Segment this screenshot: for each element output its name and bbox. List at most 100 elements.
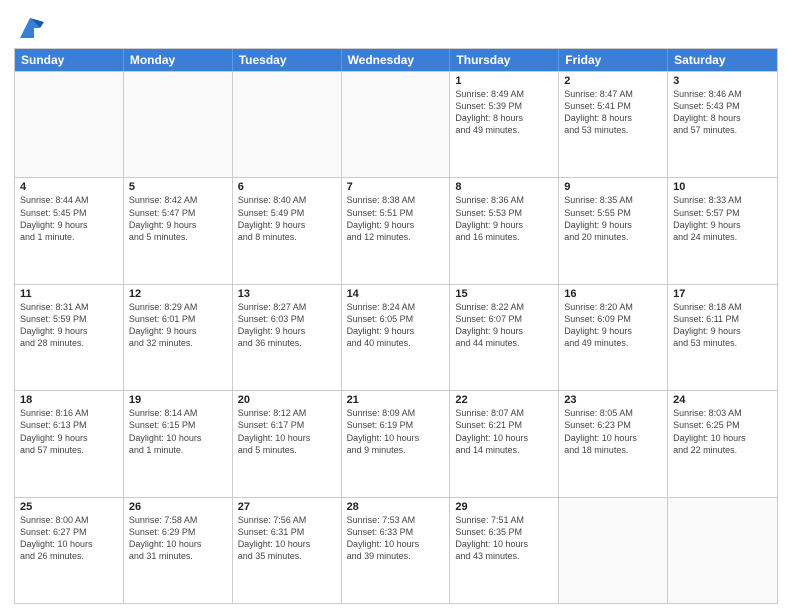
weekday-header: Sunday — [15, 49, 124, 71]
calendar-cell: 23Sunrise: 8:05 AM Sunset: 6:23 PM Dayli… — [559, 391, 668, 496]
day-number: 4 — [20, 181, 118, 193]
day-info: Sunrise: 8:22 AM Sunset: 6:07 PM Dayligh… — [455, 301, 553, 350]
calendar-cell — [124, 72, 233, 177]
day-info: Sunrise: 8:18 AM Sunset: 6:11 PM Dayligh… — [673, 301, 772, 350]
calendar-cell: 29Sunrise: 7:51 AM Sunset: 6:35 PM Dayli… — [450, 498, 559, 603]
weekday-header: Wednesday — [342, 49, 451, 71]
calendar-row: 1Sunrise: 8:49 AM Sunset: 5:39 PM Daylig… — [15, 71, 777, 177]
calendar-cell: 6Sunrise: 8:40 AM Sunset: 5:49 PM Daylig… — [233, 178, 342, 283]
calendar-cell: 7Sunrise: 8:38 AM Sunset: 5:51 PM Daylig… — [342, 178, 451, 283]
day-info: Sunrise: 7:53 AM Sunset: 6:33 PM Dayligh… — [347, 514, 445, 563]
calendar-cell — [342, 72, 451, 177]
calendar-cell: 24Sunrise: 8:03 AM Sunset: 6:25 PM Dayli… — [668, 391, 777, 496]
weekday-header: Thursday — [450, 49, 559, 71]
calendar-cell: 21Sunrise: 8:09 AM Sunset: 6:19 PM Dayli… — [342, 391, 451, 496]
day-info: Sunrise: 8:42 AM Sunset: 5:47 PM Dayligh… — [129, 194, 227, 243]
calendar-cell: 27Sunrise: 7:56 AM Sunset: 6:31 PM Dayli… — [233, 498, 342, 603]
day-info: Sunrise: 7:58 AM Sunset: 6:29 PM Dayligh… — [129, 514, 227, 563]
calendar-cell: 1Sunrise: 8:49 AM Sunset: 5:39 PM Daylig… — [450, 72, 559, 177]
day-number: 1 — [455, 75, 553, 87]
day-info: Sunrise: 8:20 AM Sunset: 6:09 PM Dayligh… — [564, 301, 662, 350]
calendar-cell: 15Sunrise: 8:22 AM Sunset: 6:07 PM Dayli… — [450, 285, 559, 390]
day-number: 15 — [455, 288, 553, 300]
calendar: SundayMondayTuesdayWednesdayThursdayFrid… — [14, 48, 778, 604]
day-info: Sunrise: 8:47 AM Sunset: 5:41 PM Dayligh… — [564, 88, 662, 137]
day-info: Sunrise: 8:00 AM Sunset: 6:27 PM Dayligh… — [20, 514, 118, 563]
day-number: 26 — [129, 501, 227, 513]
day-number: 6 — [238, 181, 336, 193]
day-number: 20 — [238, 394, 336, 406]
calendar-row: 25Sunrise: 8:00 AM Sunset: 6:27 PM Dayli… — [15, 497, 777, 603]
day-number: 16 — [564, 288, 662, 300]
logo — [14, 14, 44, 42]
calendar-cell: 8Sunrise: 8:36 AM Sunset: 5:53 PM Daylig… — [450, 178, 559, 283]
weekday-header: Tuesday — [233, 49, 342, 71]
day-number: 5 — [129, 181, 227, 193]
calendar-cell: 9Sunrise: 8:35 AM Sunset: 5:55 PM Daylig… — [559, 178, 668, 283]
calendar-cell — [233, 72, 342, 177]
weekday-header: Saturday — [668, 49, 777, 71]
day-number: 8 — [455, 181, 553, 193]
calendar-cell: 12Sunrise: 8:29 AM Sunset: 6:01 PM Dayli… — [124, 285, 233, 390]
day-info: Sunrise: 7:56 AM Sunset: 6:31 PM Dayligh… — [238, 514, 336, 563]
day-info: Sunrise: 8:35 AM Sunset: 5:55 PM Dayligh… — [564, 194, 662, 243]
day-number: 2 — [564, 75, 662, 87]
weekday-header: Friday — [559, 49, 668, 71]
day-number: 11 — [20, 288, 118, 300]
page: SundayMondayTuesdayWednesdayThursdayFrid… — [0, 0, 792, 612]
day-info: Sunrise: 8:05 AM Sunset: 6:23 PM Dayligh… — [564, 407, 662, 456]
calendar-cell: 26Sunrise: 7:58 AM Sunset: 6:29 PM Dayli… — [124, 498, 233, 603]
header — [14, 10, 778, 42]
day-info: Sunrise: 7:51 AM Sunset: 6:35 PM Dayligh… — [455, 514, 553, 563]
day-number: 9 — [564, 181, 662, 193]
day-number: 13 — [238, 288, 336, 300]
day-info: Sunrise: 8:27 AM Sunset: 6:03 PM Dayligh… — [238, 301, 336, 350]
day-number: 14 — [347, 288, 445, 300]
calendar-cell: 18Sunrise: 8:16 AM Sunset: 6:13 PM Dayli… — [15, 391, 124, 496]
day-info: Sunrise: 8:03 AM Sunset: 6:25 PM Dayligh… — [673, 407, 772, 456]
day-info: Sunrise: 8:49 AM Sunset: 5:39 PM Dayligh… — [455, 88, 553, 137]
day-number: 24 — [673, 394, 772, 406]
day-info: Sunrise: 8:46 AM Sunset: 5:43 PM Dayligh… — [673, 88, 772, 137]
calendar-cell: 2Sunrise: 8:47 AM Sunset: 5:41 PM Daylig… — [559, 72, 668, 177]
calendar-row: 4Sunrise: 8:44 AM Sunset: 5:45 PM Daylig… — [15, 177, 777, 283]
day-info: Sunrise: 8:40 AM Sunset: 5:49 PM Dayligh… — [238, 194, 336, 243]
day-number: 25 — [20, 501, 118, 513]
calendar-cell: 5Sunrise: 8:42 AM Sunset: 5:47 PM Daylig… — [124, 178, 233, 283]
calendar-cell: 28Sunrise: 7:53 AM Sunset: 6:33 PM Dayli… — [342, 498, 451, 603]
day-number: 28 — [347, 501, 445, 513]
day-number: 22 — [455, 394, 553, 406]
logo-icon — [16, 14, 44, 42]
day-info: Sunrise: 8:33 AM Sunset: 5:57 PM Dayligh… — [673, 194, 772, 243]
day-info: Sunrise: 8:12 AM Sunset: 6:17 PM Dayligh… — [238, 407, 336, 456]
day-number: 27 — [238, 501, 336, 513]
calendar-cell: 17Sunrise: 8:18 AM Sunset: 6:11 PM Dayli… — [668, 285, 777, 390]
day-number: 17 — [673, 288, 772, 300]
calendar-cell: 25Sunrise: 8:00 AM Sunset: 6:27 PM Dayli… — [15, 498, 124, 603]
calendar-cell — [668, 498, 777, 603]
day-number: 29 — [455, 501, 553, 513]
calendar-cell: 13Sunrise: 8:27 AM Sunset: 6:03 PM Dayli… — [233, 285, 342, 390]
day-info: Sunrise: 8:44 AM Sunset: 5:45 PM Dayligh… — [20, 194, 118, 243]
calendar-cell: 11Sunrise: 8:31 AM Sunset: 5:59 PM Dayli… — [15, 285, 124, 390]
calendar-cell: 20Sunrise: 8:12 AM Sunset: 6:17 PM Dayli… — [233, 391, 342, 496]
day-info: Sunrise: 8:24 AM Sunset: 6:05 PM Dayligh… — [347, 301, 445, 350]
calendar-cell: 16Sunrise: 8:20 AM Sunset: 6:09 PM Dayli… — [559, 285, 668, 390]
calendar-cell: 19Sunrise: 8:14 AM Sunset: 6:15 PM Dayli… — [124, 391, 233, 496]
day-number: 23 — [564, 394, 662, 406]
day-info: Sunrise: 8:31 AM Sunset: 5:59 PM Dayligh… — [20, 301, 118, 350]
calendar-row: 11Sunrise: 8:31 AM Sunset: 5:59 PM Dayli… — [15, 284, 777, 390]
calendar-cell: 3Sunrise: 8:46 AM Sunset: 5:43 PM Daylig… — [668, 72, 777, 177]
calendar-cell: 22Sunrise: 8:07 AM Sunset: 6:21 PM Dayli… — [450, 391, 559, 496]
day-number: 3 — [673, 75, 772, 87]
calendar-cell: 10Sunrise: 8:33 AM Sunset: 5:57 PM Dayli… — [668, 178, 777, 283]
calendar-row: 18Sunrise: 8:16 AM Sunset: 6:13 PM Dayli… — [15, 390, 777, 496]
day-info: Sunrise: 8:16 AM Sunset: 6:13 PM Dayligh… — [20, 407, 118, 456]
calendar-cell: 14Sunrise: 8:24 AM Sunset: 6:05 PM Dayli… — [342, 285, 451, 390]
calendar-header-row: SundayMondayTuesdayWednesdayThursdayFrid… — [15, 49, 777, 71]
calendar-cell — [559, 498, 668, 603]
day-info: Sunrise: 8:29 AM Sunset: 6:01 PM Dayligh… — [129, 301, 227, 350]
weekday-header: Monday — [124, 49, 233, 71]
day-number: 18 — [20, 394, 118, 406]
day-number: 21 — [347, 394, 445, 406]
